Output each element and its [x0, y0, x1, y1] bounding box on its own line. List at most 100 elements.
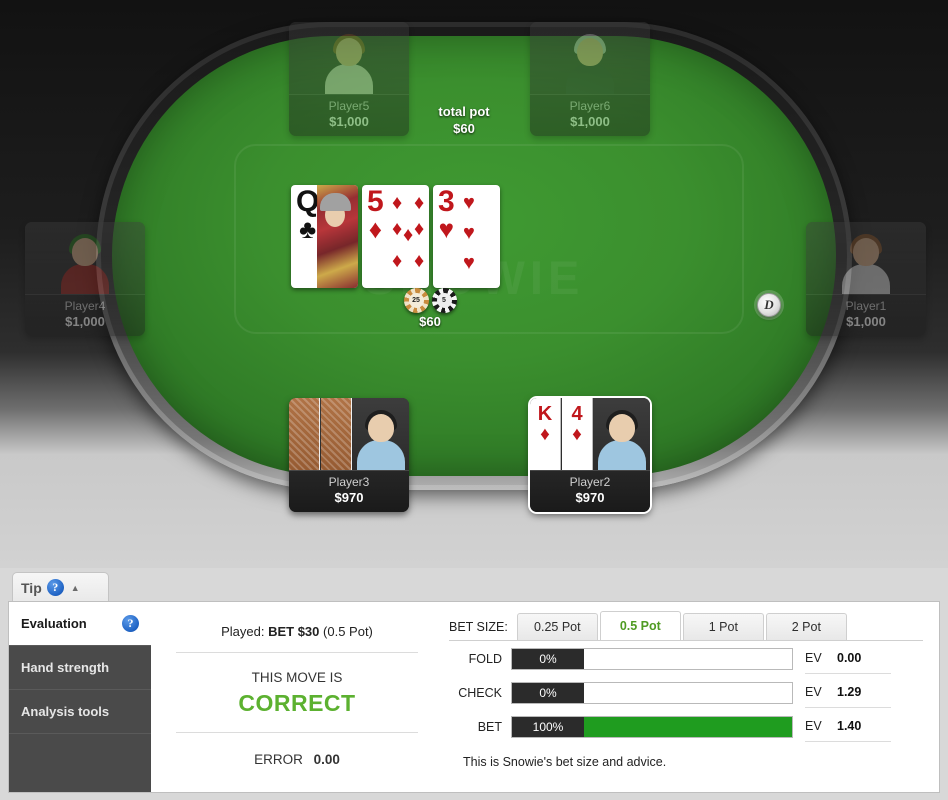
avatar — [530, 22, 650, 94]
pot-chip-amount: $60 — [419, 314, 441, 329]
move-verdict: CORRECT — [238, 690, 356, 716]
player-name: Player6 — [569, 99, 611, 113]
tip-tab[interactable]: Tip ? ▲ — [12, 572, 109, 602]
hole-cards: K ♦ 4 ♦ — [530, 398, 594, 470]
player-seat[interactable]: K ♦ 4 ♦ Player2 $970 — [530, 398, 650, 512]
ev-value: 1.29 — [837, 684, 862, 699]
avatar-head — [609, 414, 635, 442]
help-icon[interactable]: ? — [46, 579, 64, 596]
total-pot-value: $60 — [453, 121, 475, 136]
card-pip: ♦ — [414, 250, 425, 272]
tip-tab-label: Tip — [21, 579, 42, 596]
avatar-head — [72, 238, 98, 266]
avatar-body — [61, 264, 109, 294]
bet-analysis: BET SIZE: 0.25 Pot 0.5 Pot 1 Pot 2 Pot FOLD… — [443, 602, 939, 792]
avatar-body — [598, 440, 646, 470]
card-pip: ♦ — [392, 218, 403, 240]
card-pip: ♥ — [463, 252, 475, 274]
player-name: Player5 — [328, 99, 370, 113]
played-suffix: (0.5 Pot) — [323, 624, 373, 639]
action-fill-track — [584, 717, 792, 737]
card-pip: ♥ — [463, 222, 475, 244]
ev-value: 0.00 — [837, 650, 862, 665]
avatar-head — [368, 414, 394, 442]
dealer-button: D — [757, 293, 781, 317]
card-rank: 3 — [438, 185, 455, 218]
seat-cards-and-avatar — [289, 398, 409, 470]
sidebar-item-hand-strength[interactable]: Hand strength — [9, 646, 151, 690]
action-label: FOLD — [468, 652, 502, 666]
action-fill-track — [584, 683, 792, 703]
move-is-label: THIS MOVE IS — [251, 670, 343, 685]
player-seat[interactable]: Player5 $1,000 — [289, 22, 409, 136]
card-pip: ♥ — [463, 192, 475, 214]
seat-info: Player5 $1,000 — [289, 94, 409, 136]
player-stack: $970 — [575, 490, 605, 505]
card-corner: 3 ♥ — [438, 185, 455, 244]
player-seat[interactable]: Player3 $970 — [289, 398, 409, 512]
card-pip: ♦ — [414, 192, 425, 214]
player-stack: $1,000 — [65, 314, 105, 329]
ev-label: EV — [805, 684, 822, 699]
divider — [176, 652, 418, 653]
action-percent: 0% — [512, 683, 584, 703]
card-suit-icon: ♣ — [299, 214, 317, 244]
error-value: 0.00 — [313, 752, 340, 767]
sidebar-item-analysis-tools[interactable]: Analysis tools — [9, 690, 151, 734]
bet-size-tabs: BET SIZE: 0.25 Pot 0.5 Pot 1 Pot 2 Pot — [449, 611, 923, 641]
card-pip-area: ♦ ♦ ♦ ♦ ♦ ♦ ♦ — [390, 189, 426, 285]
card-face-art — [317, 185, 358, 288]
bet-size-tab[interactable]: 0.25 Pot — [516, 613, 598, 640]
bet-size-tab[interactable]: 2 Pot — [765, 613, 847, 640]
community-card: Q ♣ — [291, 185, 358, 288]
player-stack: $1,000 — [570, 114, 610, 129]
avatar — [289, 22, 409, 94]
sidebar-item-evaluation-label: Evaluation — [21, 616, 87, 631]
community-cards: Q ♣ 5 ♦ ♦ ♦ ♦ ♦ ♦ ♦ ♦ 3 ♥ ♥ ♥ ♥ — [291, 185, 500, 288]
seat-info: Player1 $1,000 — [806, 294, 926, 336]
hole-card-suit-icon: ♦ — [540, 424, 550, 445]
seat-cards-and-avatar — [806, 222, 926, 294]
poker-table-area: SNOWIE total pot $60 Q♣5♦♦♦♦♦♦♦♦3♥♥♥♥ 25… — [0, 0, 948, 568]
avatar — [25, 222, 145, 294]
bet-size-tab[interactable]: 0.5 Pot — [599, 611, 681, 640]
action-label: CHECK — [458, 686, 502, 700]
player-seat[interactable]: Player6 $1,000 — [530, 22, 650, 136]
action-frequency-bar: 0% — [511, 648, 793, 670]
card-pip-area: ♥ ♥ ♥ — [461, 189, 497, 285]
total-pot-label: total pot — [438, 104, 490, 119]
action-fill-track — [584, 649, 792, 669]
chip-25: 25 — [403, 288, 429, 313]
player-seat[interactable]: Player1 $1,000 — [806, 222, 926, 336]
action-frequency-bar: 100% — [511, 716, 793, 738]
card-rank: 5 — [367, 185, 384, 218]
community-card: 3 ♥ ♥ ♥ ♥ — [433, 185, 500, 288]
seat-info: Player6 $1,000 — [530, 94, 650, 136]
chip-5: 5 — [431, 288, 457, 313]
divider — [176, 732, 418, 733]
sidebar-item-evaluation[interactable]: Evaluation ? — [9, 602, 162, 646]
player-name: Player4 — [64, 299, 106, 313]
help-icon[interactable]: ? — [122, 615, 139, 632]
action-row: CHECK 0% EV 1.29 — [449, 677, 923, 709]
action-percent: 100% — [512, 717, 584, 737]
hole-card-rank: 4 — [571, 403, 583, 425]
sidebar-item-hand-strength-label: Hand strength — [21, 660, 110, 675]
card-suit-icon: ♥ — [438, 214, 455, 244]
avatar — [594, 398, 650, 470]
evaluation-summary: Played: BET $30 (0.5 Pot) THIS MOVE IS C… — [151, 602, 443, 792]
hole-cards — [289, 398, 353, 470]
player-stack: $1,000 — [329, 114, 369, 129]
played-action: BET $30 — [268, 624, 320, 639]
bet-size-tab[interactable]: 1 Pot — [682, 613, 764, 640]
chevron-up-icon[interactable]: ▲ — [71, 583, 80, 593]
player-seat[interactable]: Player4 $1,000 — [25, 222, 145, 336]
action-fill — [584, 717, 792, 737]
action-row: FOLD 0% EV 0.00 — [449, 643, 923, 675]
card-corner: 5 ♦ — [367, 185, 384, 243]
avatar-head — [853, 238, 879, 266]
played-line: Played: BET $30 (0.5 Pot) — [221, 624, 373, 639]
ev-cell: EV 0.00 — [805, 644, 891, 674]
seat-info: Player3 $970 — [289, 470, 409, 512]
player-stack: $970 — [334, 490, 364, 505]
